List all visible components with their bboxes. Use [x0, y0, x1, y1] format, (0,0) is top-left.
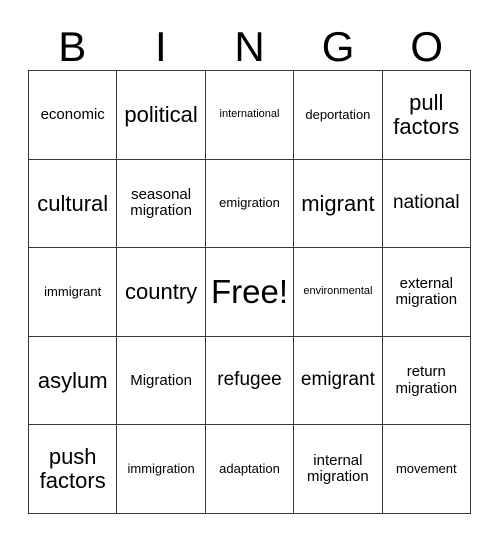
bingo-header-letter-b: B — [58, 23, 87, 70]
bingo-cell[interactable]: refugee — [205, 336, 295, 426]
bingo-cell[interactable]: asylum — [29, 336, 118, 426]
bingo-cell[interactable]: migrant — [294, 159, 383, 249]
bingo-cell-label: migrant — [301, 190, 375, 216]
bingo-cell-label: emigration — [219, 195, 280, 211]
bingo-cell-label: political — [124, 101, 198, 127]
bingo-cell[interactable]: environmental — [294, 248, 383, 337]
bingo-header-letter-o: O — [410, 23, 443, 70]
bingo-cell[interactable]: political — [117, 71, 206, 160]
bingo-free-space[interactable]: Free! — [205, 248, 295, 337]
bingo-cell-label: emigrant — [300, 369, 375, 391]
bingo-cell[interactable]: deportation — [294, 71, 383, 160]
bingo-cell[interactable]: Migration — [117, 336, 206, 426]
bingo-cell-label: environmental — [303, 285, 373, 298]
bingo-cell-label: adaptation — [219, 461, 280, 477]
bingo-cell-label: refugee — [217, 369, 282, 391]
bingo-cell-label: immigration — [127, 461, 195, 477]
bingo-header-letter-n: N — [234, 23, 265, 70]
bingo-cell-label: seasonal migration — [130, 186, 192, 220]
bingo-header-letter-i: I — [155, 23, 167, 70]
bingo-cell-label: movement — [395, 461, 457, 477]
bingo-cell-label: push factors — [39, 444, 106, 494]
bingo-cell-label: country — [125, 279, 198, 305]
bingo-cell[interactable]: international — [205, 71, 295, 160]
bingo-cell-label: internal migration — [307, 452, 369, 486]
bingo-cell[interactable]: country — [117, 248, 206, 337]
bingo-cell[interactable]: emigrant — [294, 336, 383, 426]
bingo-cell-label: pull factors — [393, 90, 460, 139]
bingo-cell-label: Free! — [210, 273, 288, 311]
bingo-cell-label: cultural — [37, 190, 109, 216]
bingo-cell[interactable]: push factors — [29, 425, 118, 514]
bingo-cell-label: national — [393, 192, 460, 214]
bingo-cell[interactable]: seasonal migration — [117, 159, 206, 249]
bingo-cell-label: economic — [40, 105, 105, 123]
bingo-cell[interactable]: internal migration — [294, 425, 383, 514]
bingo-cell-label: external migration — [395, 274, 458, 308]
bingo-cell-label: deportation — [305, 106, 371, 122]
bingo-cell[interactable]: movement — [382, 425, 471, 514]
bingo-cell[interactable]: return migration — [382, 336, 471, 426]
bingo-cell[interactable]: immigrant — [29, 248, 118, 337]
bingo-cell-label: return migration — [395, 363, 458, 397]
bingo-cell[interactable]: emigration — [205, 159, 295, 249]
bingo-cell[interactable]: economic — [29, 71, 118, 160]
bingo-cell-label: international — [219, 107, 280, 120]
bingo-cell[interactable]: cultural — [29, 159, 118, 249]
bingo-cell[interactable]: external migration — [382, 248, 471, 337]
bingo-cell-label: immigrant — [44, 283, 102, 299]
bingo-cell[interactable]: national — [382, 159, 471, 249]
bingo-cell[interactable]: immigration — [117, 425, 206, 514]
bingo-cell-label: asylum — [37, 367, 108, 393]
bingo-cell-label: Migration — [130, 371, 192, 389]
bingo-grid: economic political international deportatio… — [28, 70, 471, 514]
bingo-header-row: B I N G O — [28, 18, 471, 70]
bingo-cell[interactable]: adaptation — [205, 425, 295, 514]
bingo-cell[interactable]: pull factors — [382, 71, 471, 160]
bingo-header-letter-g: G — [321, 23, 355, 70]
bingo-card: B I N G O economic political international… — [0, 0, 500, 544]
